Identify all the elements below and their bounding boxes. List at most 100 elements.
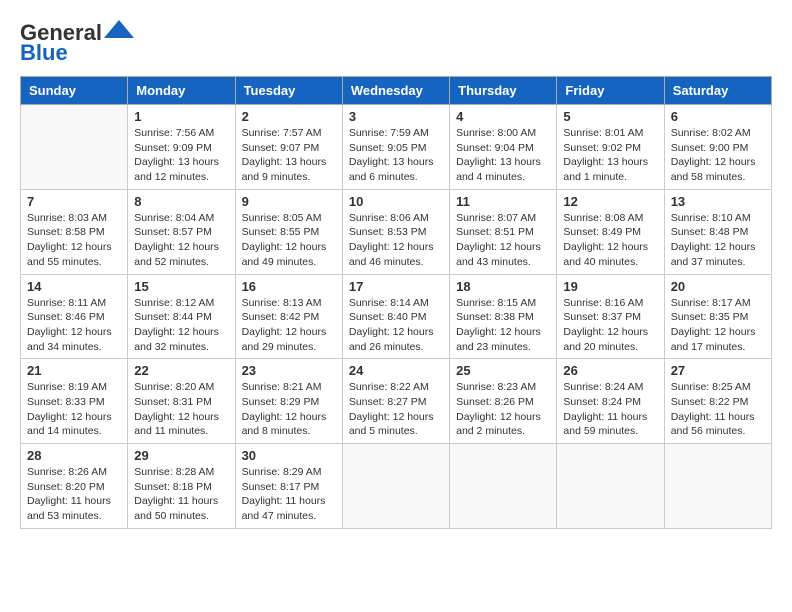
day-info: Sunrise: 8:22 AM Sunset: 8:27 PM Dayligh… <box>349 380 443 439</box>
day-number: 26 <box>563 363 657 378</box>
day-info: Sunrise: 8:20 AM Sunset: 8:31 PM Dayligh… <box>134 380 228 439</box>
day-number: 7 <box>27 194 121 209</box>
day-info: Sunrise: 8:17 AM Sunset: 8:35 PM Dayligh… <box>671 296 765 355</box>
day-number: 28 <box>27 448 121 463</box>
day-info: Sunrise: 8:03 AM Sunset: 8:58 PM Dayligh… <box>27 211 121 270</box>
calendar-cell: 20 Sunrise: 8:17 AM Sunset: 8:35 PM Dayli… <box>664 274 771 359</box>
logo-blue: Blue <box>20 40 68 66</box>
header-thursday: Thursday <box>450 77 557 105</box>
day-number: 15 <box>134 279 228 294</box>
day-info: Sunrise: 8:06 AM Sunset: 8:53 PM Dayligh… <box>349 211 443 270</box>
calendar-cell: 26Sunrise: 8:24 AM Sunset: 8:24 PM Dayli… <box>557 359 664 444</box>
header-tuesday: Tuesday <box>235 77 342 105</box>
day-info: Sunrise: 8:29 AM Sunset: 8:17 PM Dayligh… <box>242 465 336 524</box>
day-info: Sunrise: 8:13 AM Sunset: 8:42 PM Dayligh… <box>242 296 336 355</box>
page-header: General Blue <box>20 20 772 66</box>
calendar-cell <box>450 444 557 529</box>
calendar-cell: 10 Sunrise: 8:06 AM Sunset: 8:53 PM Dayli… <box>342 189 449 274</box>
day-info: Sunrise: 8:28 AM Sunset: 8:18 PM Dayligh… <box>134 465 228 524</box>
calendar-header-row: SundayMondayTuesdayWednesdayThursdayFrid… <box>21 77 772 105</box>
day-number: 27 <box>671 363 765 378</box>
day-info: Sunrise: 8:19 AM Sunset: 8:33 PM Dayligh… <box>27 380 121 439</box>
day-number: 16 <box>242 279 336 294</box>
day-info: Sunrise: 8:11 AM Sunset: 8:46 PM Dayligh… <box>27 296 121 355</box>
calendar-cell: 30 Sunrise: 8:29 AM Sunset: 8:17 PM Dayli… <box>235 444 342 529</box>
day-number: 12 <box>563 194 657 209</box>
calendar-cell: 23Sunrise: 8:21 AM Sunset: 8:29 PM Dayli… <box>235 359 342 444</box>
calendar-week-5: 28 Sunrise: 8:26 AM Sunset: 8:20 PM Dayli… <box>21 444 772 529</box>
day-info: Sunrise: 8:15 AM Sunset: 8:38 PM Dayligh… <box>456 296 550 355</box>
calendar-cell: 3Sunrise: 7:59 AM Sunset: 9:05 PM Daylig… <box>342 105 449 190</box>
calendar-cell: 9Sunrise: 8:05 AM Sunset: 8:55 PM Daylig… <box>235 189 342 274</box>
day-info: Sunrise: 8:23 AM Sunset: 8:26 PM Dayligh… <box>456 380 550 439</box>
day-number: 23 <box>242 363 336 378</box>
day-number: 5 <box>563 109 657 124</box>
day-number: 22 <box>134 363 228 378</box>
day-number: 30 <box>242 448 336 463</box>
day-number: 17 <box>349 279 443 294</box>
calendar-cell: 5 Sunrise: 8:01 AM Sunset: 9:02 PM Daylig… <box>557 105 664 190</box>
calendar-cell: 19Sunrise: 8:16 AM Sunset: 8:37 PM Dayli… <box>557 274 664 359</box>
calendar-cell: 24Sunrise: 8:22 AM Sunset: 8:27 PM Dayli… <box>342 359 449 444</box>
logo-icon <box>104 20 134 38</box>
calendar-cell: 29 Sunrise: 8:28 AM Sunset: 8:18 PM Dayli… <box>128 444 235 529</box>
calendar-table: SundayMondayTuesdayWednesdayThursdayFrid… <box>20 76 772 529</box>
calendar-week-1: 1 Sunrise: 7:56 AM Sunset: 9:09 PM Daylig… <box>21 105 772 190</box>
day-info: Sunrise: 7:56 AM Sunset: 9:09 PM Dayligh… <box>134 126 228 185</box>
calendar-cell: 12 Sunrise: 8:08 AM Sunset: 8:49 PM Dayli… <box>557 189 664 274</box>
calendar-cell: 15Sunrise: 8:12 AM Sunset: 8:44 PM Dayli… <box>128 274 235 359</box>
header-monday: Monday <box>128 77 235 105</box>
calendar-cell: 1 Sunrise: 7:56 AM Sunset: 9:09 PM Daylig… <box>128 105 235 190</box>
calendar-cell: 6 Sunrise: 8:02 AM Sunset: 9:00 PM Daylig… <box>664 105 771 190</box>
calendar-cell: 14 Sunrise: 8:11 AM Sunset: 8:46 PM Dayli… <box>21 274 128 359</box>
day-info: Sunrise: 8:10 AM Sunset: 8:48 PM Dayligh… <box>671 211 765 270</box>
calendar-cell: 21 Sunrise: 8:19 AM Sunset: 8:33 PM Dayli… <box>21 359 128 444</box>
day-info: Sunrise: 8:05 AM Sunset: 8:55 PM Dayligh… <box>242 211 336 270</box>
day-number: 21 <box>27 363 121 378</box>
day-number: 1 <box>134 109 228 124</box>
calendar-cell: 2Sunrise: 7:57 AM Sunset: 9:07 PM Daylig… <box>235 105 342 190</box>
day-info: Sunrise: 8:02 AM Sunset: 9:00 PM Dayligh… <box>671 126 765 185</box>
calendar-cell <box>664 444 771 529</box>
day-number: 14 <box>27 279 121 294</box>
calendar-cell: 18 Sunrise: 8:15 AM Sunset: 8:38 PM Dayli… <box>450 274 557 359</box>
calendar-cell: 16 Sunrise: 8:13 AM Sunset: 8:42 PM Dayli… <box>235 274 342 359</box>
header-saturday: Saturday <box>664 77 771 105</box>
day-info: Sunrise: 8:01 AM Sunset: 9:02 PM Dayligh… <box>563 126 657 185</box>
header-friday: Friday <box>557 77 664 105</box>
day-info: Sunrise: 8:07 AM Sunset: 8:51 PM Dayligh… <box>456 211 550 270</box>
calendar-cell <box>557 444 664 529</box>
day-info: Sunrise: 8:14 AM Sunset: 8:40 PM Dayligh… <box>349 296 443 355</box>
day-info: Sunrise: 7:57 AM Sunset: 9:07 PM Dayligh… <box>242 126 336 185</box>
calendar-cell: 13 Sunrise: 8:10 AM Sunset: 8:48 PM Dayli… <box>664 189 771 274</box>
calendar-cell: 7 Sunrise: 8:03 AM Sunset: 8:58 PM Daylig… <box>21 189 128 274</box>
day-number: 8 <box>134 194 228 209</box>
calendar-cell <box>342 444 449 529</box>
day-number: 10 <box>349 194 443 209</box>
calendar-cell <box>21 105 128 190</box>
day-number: 4 <box>456 109 550 124</box>
calendar-cell: 22 Sunrise: 8:20 AM Sunset: 8:31 PM Dayli… <box>128 359 235 444</box>
calendar-cell: 28 Sunrise: 8:26 AM Sunset: 8:20 PM Dayli… <box>21 444 128 529</box>
calendar-cell: 8Sunrise: 8:04 AM Sunset: 8:57 PM Daylig… <box>128 189 235 274</box>
calendar-cell: 27 Sunrise: 8:25 AM Sunset: 8:22 PM Dayli… <box>664 359 771 444</box>
header-sunday: Sunday <box>21 77 128 105</box>
day-number: 25 <box>456 363 550 378</box>
day-info: Sunrise: 8:26 AM Sunset: 8:20 PM Dayligh… <box>27 465 121 524</box>
day-number: 6 <box>671 109 765 124</box>
day-number: 18 <box>456 279 550 294</box>
calendar-week-2: 7 Sunrise: 8:03 AM Sunset: 8:58 PM Daylig… <box>21 189 772 274</box>
day-number: 29 <box>134 448 228 463</box>
calendar-cell: 17 Sunrise: 8:14 AM Sunset: 8:40 PM Dayli… <box>342 274 449 359</box>
day-info: Sunrise: 8:08 AM Sunset: 8:49 PM Dayligh… <box>563 211 657 270</box>
day-number: 13 <box>671 194 765 209</box>
day-info: Sunrise: 8:25 AM Sunset: 8:22 PM Dayligh… <box>671 380 765 439</box>
calendar-cell: 4Sunrise: 8:00 AM Sunset: 9:04 PM Daylig… <box>450 105 557 190</box>
day-info: Sunrise: 8:16 AM Sunset: 8:37 PM Dayligh… <box>563 296 657 355</box>
day-number: 20 <box>671 279 765 294</box>
day-number: 11 <box>456 194 550 209</box>
calendar-cell: 11 Sunrise: 8:07 AM Sunset: 8:51 PM Dayli… <box>450 189 557 274</box>
day-info: Sunrise: 7:59 AM Sunset: 9:05 PM Dayligh… <box>349 126 443 185</box>
header-wednesday: Wednesday <box>342 77 449 105</box>
logo: General Blue <box>20 20 134 66</box>
